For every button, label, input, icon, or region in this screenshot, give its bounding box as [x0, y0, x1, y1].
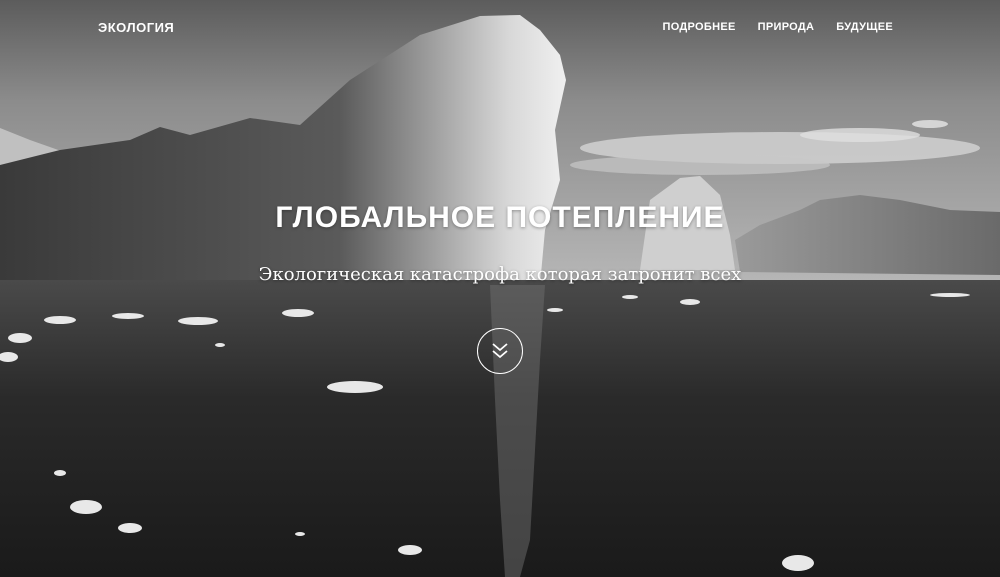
scroll-down-button[interactable]	[477, 328, 523, 374]
double-chevron-down-icon	[492, 343, 508, 359]
hero-section: ЭКОЛОГИЯ ПОДРОБНЕЕ ПРИРОДА БУДУЩЕЕ ГЛОБА…	[0, 0, 1000, 577]
top-navigation: ЭКОЛОГИЯ ПОДРОБНЕЕ ПРИРОДА БУДУЩЕЕ	[0, 0, 1000, 56]
nav-link-details[interactable]: ПОДРОБНЕЕ	[663, 21, 736, 33]
hero-subtitle: Экологическая катастрофа которая затрони…	[258, 264, 742, 285]
hero-title: ГЛОБАЛЬНОЕ ПОТЕПЛЕНИЕ	[275, 201, 725, 234]
nav-link-future[interactable]: БУДУЩЕЕ	[836, 21, 893, 33]
nav-menu: ПОДРОБНЕЕ ПРИРОДА БУДУЩЕЕ	[663, 21, 894, 33]
nav-link-nature[interactable]: ПРИРОДА	[758, 21, 815, 33]
iceberg-background-image	[0, 0, 1000, 577]
brand-logo-link[interactable]: ЭКОЛОГИЯ	[98, 20, 174, 35]
